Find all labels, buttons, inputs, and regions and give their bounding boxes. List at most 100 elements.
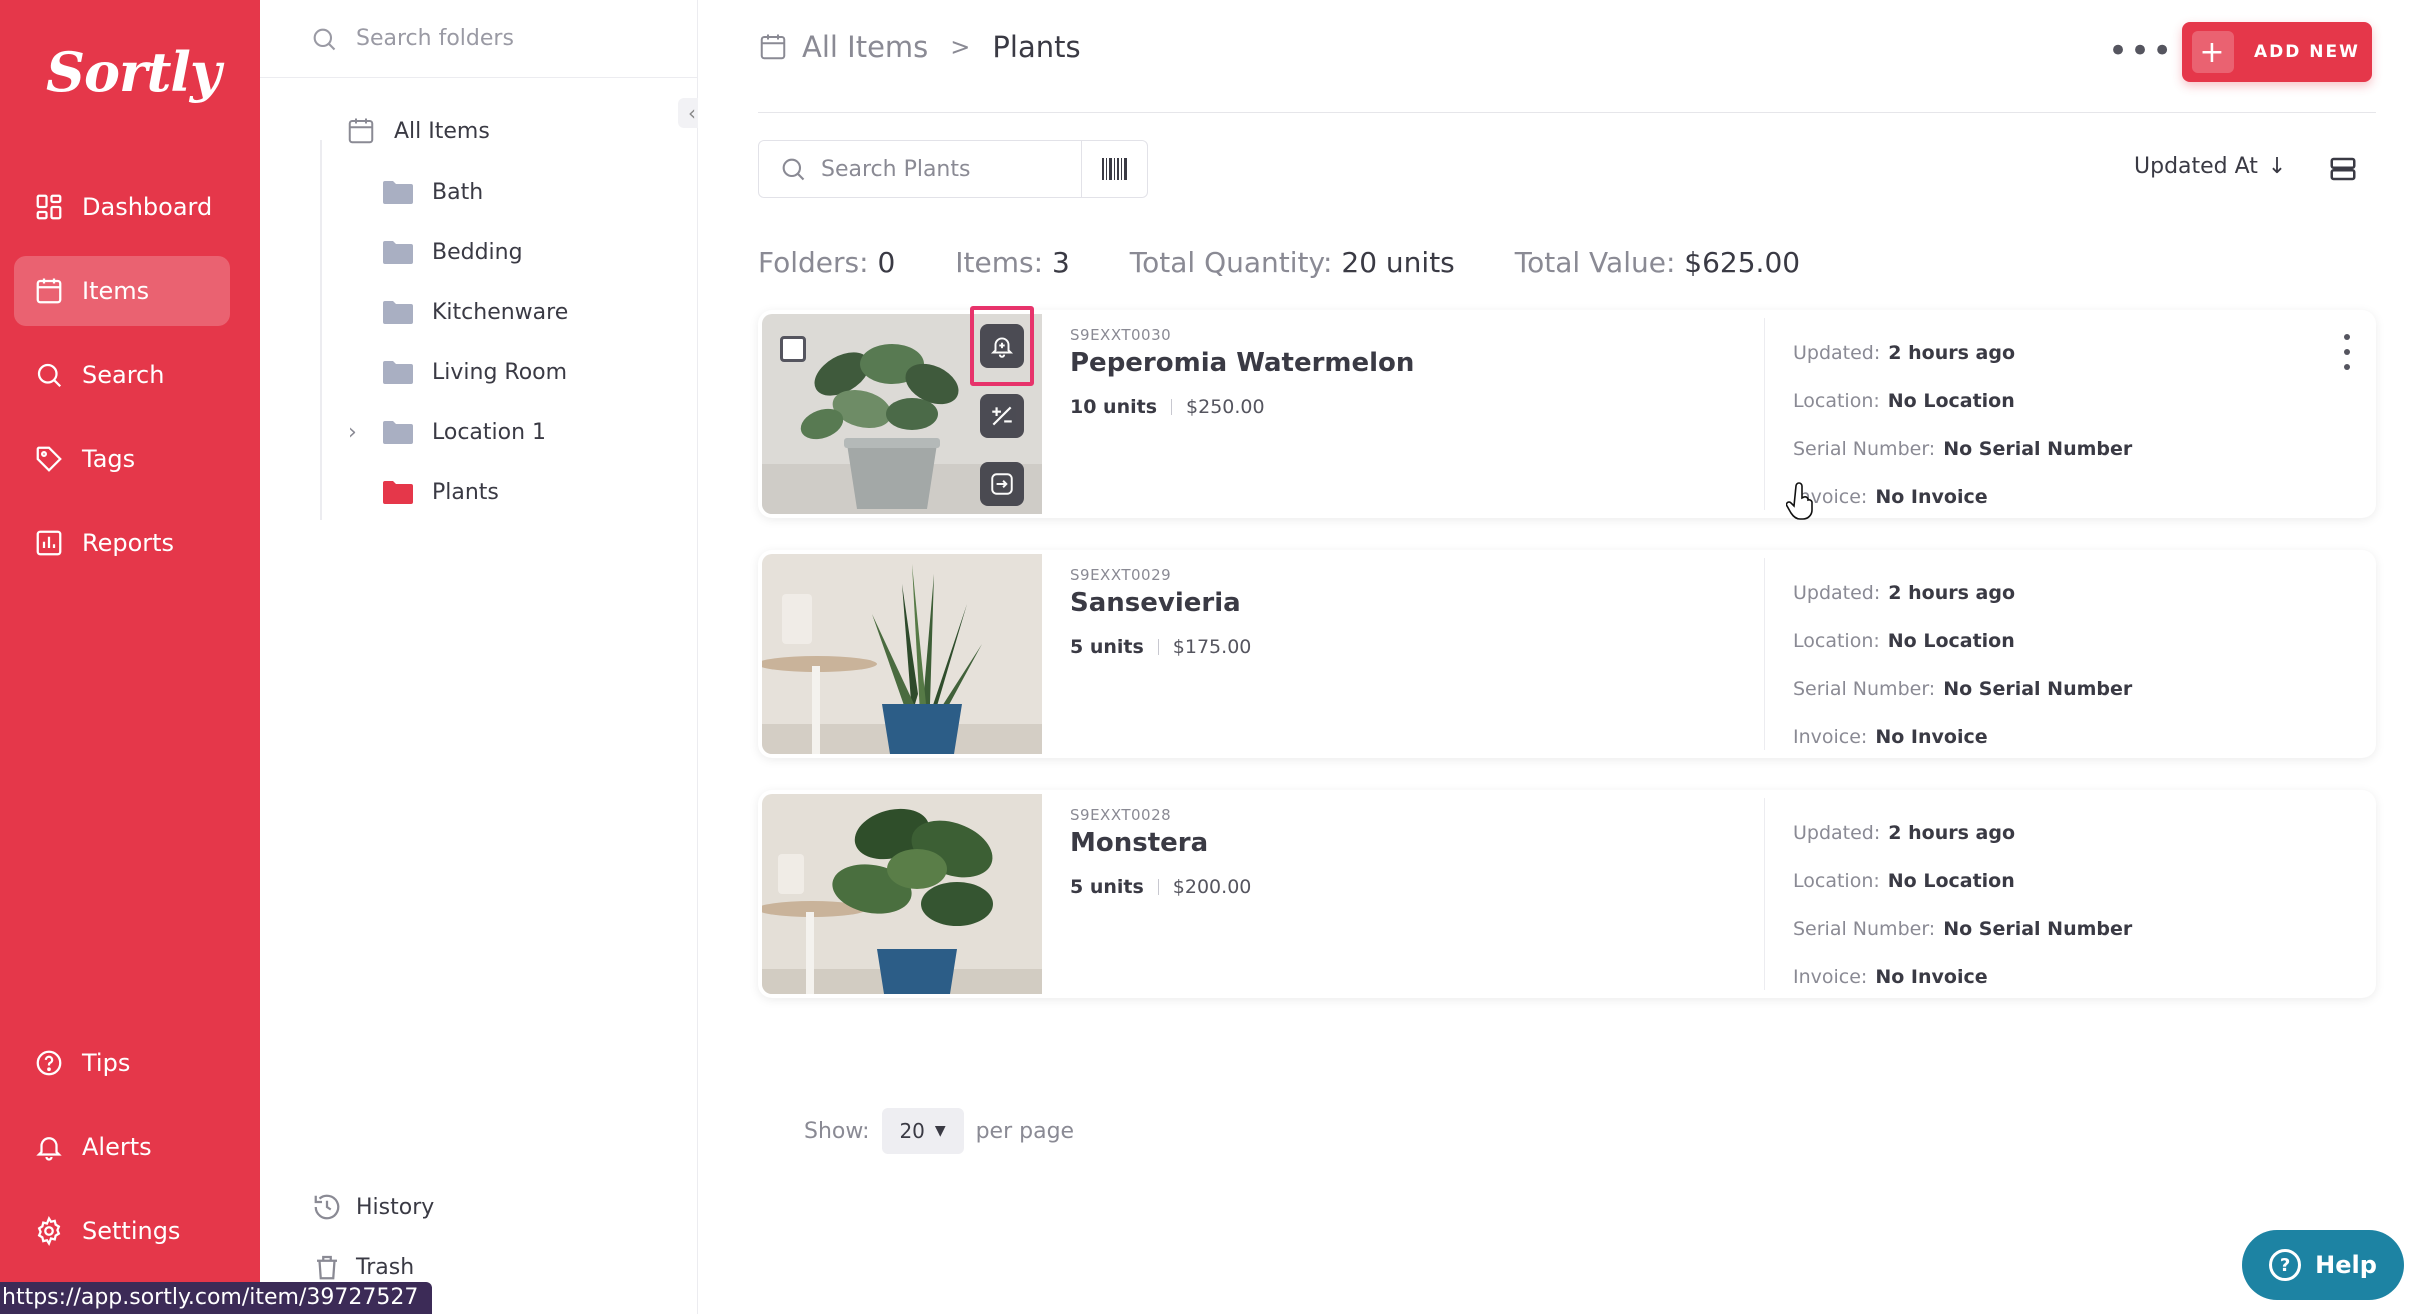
separator (1171, 399, 1173, 415)
folder-search-input[interactable] (356, 26, 656, 51)
nav-item-settings[interactable]: Settings (14, 1196, 230, 1266)
stat-total-quantity: Total Quantity: 20 units (1130, 246, 1455, 279)
meta-value: 2 hours ago (1888, 342, 2015, 364)
tree-guide-line (320, 140, 322, 520)
folder-bath[interactable]: Bath (382, 178, 483, 206)
folder-location-1[interactable]: Location 1 (382, 418, 546, 446)
meta-label: Serial Number: (1793, 918, 1936, 940)
meta-location: Location: No Location (1793, 390, 2015, 412)
item-price: $175.00 (1172, 636, 1252, 658)
item-search-input[interactable] (821, 156, 1081, 182)
meta-invoice: Invoice: No Invoice (1793, 966, 1988, 988)
per-page-select[interactable]: 20 ▼ (881, 1108, 964, 1154)
folder-kitchenware[interactable]: Kitchenware (382, 298, 568, 326)
folder-plants[interactable]: Plants (382, 478, 499, 506)
meta-label: Updated: (1793, 822, 1881, 844)
nav-item-label: Alerts (82, 1133, 152, 1161)
trash-label: Trash (356, 1254, 415, 1280)
search-icon (313, 28, 336, 50)
meta-updated: Updated: 2 hours ago (1793, 342, 2015, 364)
folder-icon (383, 421, 413, 444)
nav-item-label: Search (82, 361, 165, 389)
barcode-icon (1101, 158, 1127, 180)
update-quantity-button[interactable] (980, 394, 1024, 438)
stat-value: 0 (877, 246, 896, 279)
item-search (758, 140, 1148, 198)
stat-value: 20 units (1341, 246, 1455, 279)
meta-label: Updated: (1793, 342, 1881, 364)
set-alert-button[interactable] (980, 324, 1024, 368)
chevron-right-icon[interactable]: › (348, 420, 357, 445)
item-card[interactable]: S9EXXT0029 Sansevieria 5 units $175.00 U… (758, 550, 2376, 758)
breadcrumb: All Items > Plants (758, 30, 1081, 64)
items-icon (760, 34, 786, 60)
meta-value: No Serial Number (1943, 438, 2133, 460)
nav-item-items[interactable]: Items (14, 256, 230, 326)
meta-value: No Invoice (1875, 726, 1988, 748)
bell-icon (34, 1132, 64, 1162)
meta-label: Location: (1793, 390, 1880, 412)
search-icon (34, 360, 64, 390)
folder-icon (383, 241, 413, 264)
item-sku: S9EXXT0028 (1070, 806, 1172, 824)
sortly-logo[interactable]: Sortly (46, 40, 221, 104)
history-icon (314, 1194, 340, 1220)
per-page-label: per page (975, 1118, 1075, 1144)
item-units: 5 units (1070, 876, 1144, 898)
header-divider (758, 112, 2376, 113)
sort-dropdown[interactable]: Updated At ↓ (2134, 154, 2286, 179)
folder-label: Bath (432, 179, 484, 205)
more-options-icon[interactable]: ••• (2108, 34, 2174, 68)
barcode-scan-button[interactable] (1081, 141, 1147, 197)
nav-item-search[interactable]: Search (14, 340, 230, 410)
chevron-left-icon: ‹ (688, 101, 696, 125)
item-card[interactable]: S9EXXT0028 Monstera 5 units $200.00 Upda… (758, 790, 2376, 998)
help-label: Help (2315, 1251, 2377, 1279)
show-label: Show: (804, 1118, 870, 1144)
meta-value: No Invoice (1875, 486, 1988, 508)
folder-label: All Items (394, 118, 490, 144)
item-name[interactable]: Monstera (1070, 828, 1208, 858)
meta-serial: Serial Number: No Serial Number (1793, 438, 2132, 460)
meta-label: Invoice: (1793, 966, 1868, 988)
separator (1157, 639, 1159, 655)
trash-icon (317, 1255, 337, 1280)
item-name[interactable]: Peperomia Watermelon (1070, 348, 1414, 378)
nav-item-tags[interactable]: Tags (14, 424, 230, 494)
history-link[interactable]: History (312, 1192, 434, 1222)
item-name[interactable]: Sansevieria (1070, 588, 1241, 618)
help-button[interactable]: ? Help (2242, 1230, 2404, 1300)
item-quantity: 5 units $200.00 (1070, 876, 1251, 898)
hand-cursor-icon (1786, 482, 1813, 520)
select-checkbox[interactable] (780, 336, 806, 362)
stat-label: Total Value: (1514, 246, 1676, 279)
nav-item-tips[interactable]: Tips (14, 1028, 230, 1098)
move-icon (991, 473, 1013, 495)
folder-living-room[interactable]: Living Room (382, 358, 567, 386)
plus-icon: + (2192, 31, 2234, 73)
nav-item-alerts[interactable]: Alerts (14, 1112, 230, 1182)
meta-label: Location: (1793, 630, 1880, 652)
meta-value: 2 hours ago (1888, 582, 2015, 604)
kebab-menu-icon[interactable] (2340, 334, 2354, 370)
nav-item-dashboard[interactable]: Dashboard (14, 172, 230, 242)
pagination: Show: 20 ▼ per page (804, 1108, 1074, 1154)
add-new-button[interactable]: + ADD NEW (2182, 22, 2372, 82)
meta-value: No Location (1887, 870, 2015, 892)
move-item-button[interactable] (980, 462, 1024, 506)
card-divider (1764, 798, 1765, 990)
folder-icon (383, 181, 413, 204)
breadcrumb-all-items[interactable]: All Items (802, 30, 928, 64)
dashboard-icon (34, 192, 64, 222)
folder-all-items[interactable]: All Items (346, 116, 490, 146)
folder-bedding[interactable]: Bedding (382, 238, 523, 266)
nav-item-reports[interactable]: Reports (14, 508, 230, 578)
meta-label: Location: (1793, 870, 1880, 892)
plus-minus-icon (992, 406, 1012, 426)
item-card[interactable]: S9EXXT0030 Peperomia Watermelon 10 units… (758, 306, 2376, 518)
stat-label: Items: (955, 246, 1044, 279)
separator (1157, 879, 1159, 895)
trash-link[interactable]: Trash (312, 1252, 414, 1282)
list-view-icon[interactable] (2328, 154, 2358, 184)
stat-value: 3 (1051, 246, 1070, 279)
